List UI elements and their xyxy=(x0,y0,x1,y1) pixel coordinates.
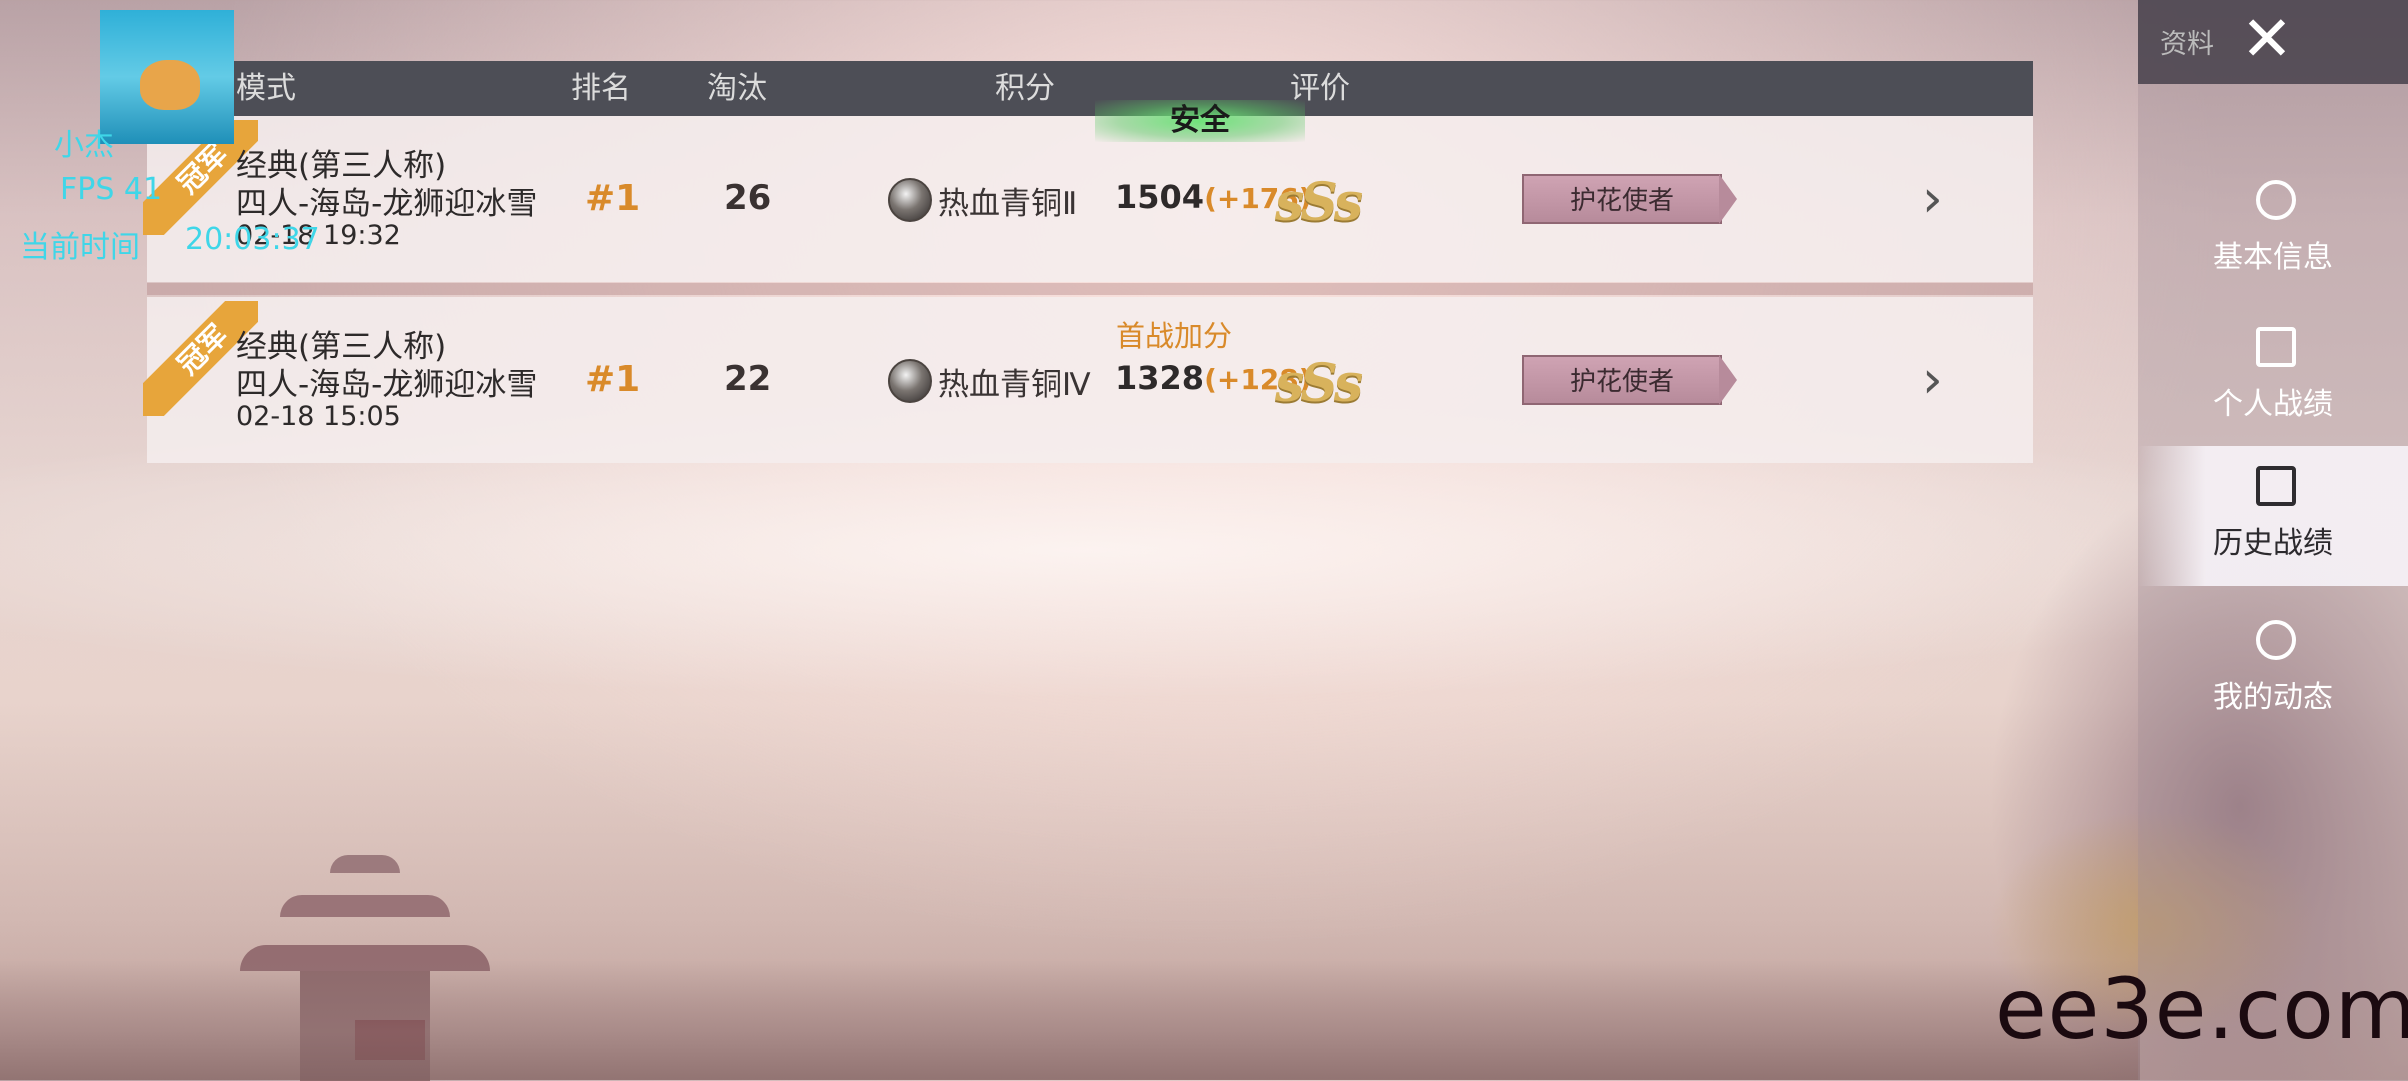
sidebar-item-personal-stats[interactable]: 个人战绩 xyxy=(2138,307,2408,447)
background-cityscape xyxy=(0,960,2140,1080)
sidebar-item-label: 个人战绩 xyxy=(2213,387,2333,422)
table-header: 模式 排名 淘汰 积分 评价 xyxy=(147,61,2033,116)
watermark: ee3e.com xyxy=(1995,960,2408,1058)
sidebar-item-label: 历史战绩 xyxy=(2213,526,2333,561)
avatar xyxy=(100,10,234,144)
sidebar-item-my-feed[interactable]: 我的动态 xyxy=(2138,600,2408,740)
tier-icon xyxy=(888,359,932,403)
match-map: 四人-海岛-龙狮迎冰雪 xyxy=(236,367,538,403)
match-time: 02-18 15:05 xyxy=(236,401,401,432)
sidebar-item-basic-info[interactable]: 基本信息 xyxy=(2138,160,2408,300)
header-mode: 模式 xyxy=(236,71,296,106)
header-score: 积分 xyxy=(995,71,1055,106)
match-kills: 22 xyxy=(724,359,772,399)
safe-tag: 安全 xyxy=(1095,100,1305,142)
chart-doc-icon xyxy=(2256,327,2296,367)
match-map: 四人-海岛-龙狮迎冰雪 xyxy=(236,186,538,222)
sidebar-title: 资料 xyxy=(2160,29,2214,60)
rating-grade: sSs xyxy=(1275,353,1363,414)
title-badge-button[interactable]: 护花使者 xyxy=(1522,174,1722,224)
user-circle-icon xyxy=(2256,620,2296,660)
header-rank: 排名 xyxy=(571,71,631,106)
match-rank: #1 xyxy=(585,359,641,400)
sidebar-item-label: 基本信息 xyxy=(2213,240,2333,275)
badge-arrow-tip xyxy=(1719,355,1737,405)
row-divider xyxy=(147,283,2033,295)
match-kills: 26 xyxy=(724,178,772,218)
overlay-time-label: 当前时间 xyxy=(20,230,140,265)
first-match-bonus-tag: 首战加分 xyxy=(1116,319,1233,353)
overlay-fps: FPS 41 xyxy=(60,172,163,207)
tier-name: 热血青铜Ⅱ xyxy=(938,186,1078,222)
history-doc-icon xyxy=(2256,466,2296,506)
match-rank: #1 xyxy=(585,178,641,219)
chevron-right-icon[interactable]: › xyxy=(1922,173,1972,225)
user-hex-icon xyxy=(2256,180,2296,220)
title-badge-button[interactable]: 护花使者 xyxy=(1522,355,1722,405)
sidebar-item-history[interactable]: 历史战绩 xyxy=(2138,446,2408,586)
tier-icon xyxy=(888,178,932,222)
chevron-right-icon[interactable]: › xyxy=(1922,354,1972,406)
close-icon[interactable]: ✕ xyxy=(2238,8,2296,70)
rating-grade: sSs xyxy=(1275,172,1363,233)
overlay-time-value: 20:03:37 xyxy=(185,222,320,257)
header-kills: 淘汰 xyxy=(707,71,767,106)
match-row[interactable]: 冠军 经典(第三人称) 四人-海岛-龙狮迎冰雪 02-18 15:05 #1 2… xyxy=(143,297,2033,463)
badge-arrow-tip xyxy=(1719,174,1737,224)
overlay-username: 小杰 xyxy=(54,128,114,163)
sidebar-item-label: 我的动态 xyxy=(2213,680,2333,715)
match-row[interactable]: 冠军 经典(第三人称) 四人-海岛-龙狮迎冰雪 02-18 19:32 #1 2… xyxy=(143,116,2033,282)
tier-name: 热血青铜Ⅳ xyxy=(938,367,1091,403)
